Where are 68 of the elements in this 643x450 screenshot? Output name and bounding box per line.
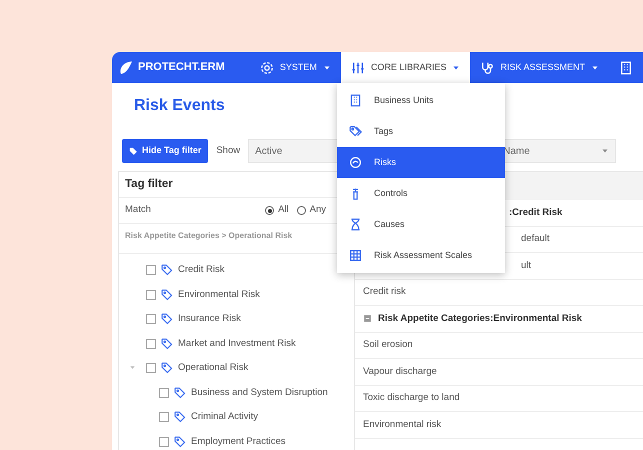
radio-label: All bbox=[278, 203, 289, 218]
menu-item[interactable]: Business Units bbox=[337, 85, 505, 116]
result-row-text[interactable]: Vapour discharge bbox=[363, 364, 437, 379]
nav-item[interactable]: RISK ASSESSMENT bbox=[470, 52, 609, 83]
result-row-text[interactable]: ult bbox=[521, 258, 532, 273]
checkbox[interactable] bbox=[159, 436, 169, 447]
result-row-text[interactable]: default bbox=[521, 232, 550, 246]
result-row-text[interactable]: Credit risk bbox=[363, 285, 406, 300]
gear-icon bbox=[260, 60, 274, 74]
tree-item-label[interactable]: Criminal Activity bbox=[191, 410, 258, 424]
checkbox[interactable] bbox=[159, 412, 169, 422]
stethoscope-icon bbox=[480, 60, 494, 74]
grid-icon bbox=[349, 249, 362, 262]
tag-icon bbox=[129, 146, 138, 156]
hide-tag-filter-button[interactable]: Hide Tag filter bbox=[122, 139, 208, 163]
checkbox[interactable] bbox=[146, 265, 156, 276]
tree-item-label[interactable]: Environmental Risk bbox=[178, 288, 260, 302]
building-icon bbox=[349, 94, 362, 107]
tag-icon bbox=[174, 386, 186, 399]
breadcrumb-text: Risk Appetite Categories > Operational Risk bbox=[125, 230, 292, 242]
tree-item-label[interactable]: Operational Risk bbox=[178, 361, 248, 376]
caret-icon bbox=[591, 64, 599, 72]
tree-item-label[interactable]: Insurance Risk bbox=[178, 312, 241, 326]
menu-item[interactable]: Risk Assessment Scales bbox=[337, 240, 505, 271]
radio-button[interactable] bbox=[265, 206, 274, 215]
radio-button[interactable] bbox=[296, 206, 306, 215]
result-row-text[interactable]: Soil erosion bbox=[363, 338, 413, 352]
risk-icon bbox=[349, 156, 362, 169]
tree-item-label[interactable]: Market and Investment Risk bbox=[178, 336, 296, 351]
tags-icon bbox=[349, 125, 362, 138]
menu-item[interactable]: Controls bbox=[337, 178, 505, 209]
caret-icon bbox=[452, 64, 460, 72]
hourglass-icon bbox=[349, 218, 362, 231]
tree-item-label[interactable]: Employment Practices bbox=[191, 434, 286, 449]
tag-icon bbox=[161, 362, 173, 374]
tag-filter-title: Tag filter bbox=[125, 176, 173, 192]
caret-icon[interactable] bbox=[129, 364, 136, 372]
page-title: Risk Events bbox=[134, 97, 225, 114]
menu-item[interactable]: Risks bbox=[337, 147, 505, 178]
tag-icon bbox=[161, 338, 173, 350]
result-row-text[interactable]: Toxic discharge to land bbox=[363, 391, 460, 406]
checkbox[interactable] bbox=[146, 314, 156, 324]
tag-icon bbox=[161, 288, 173, 301]
caret-icon bbox=[322, 64, 331, 72]
group-header: Risk Appetite Categories:Environmental Risk bbox=[378, 312, 582, 326]
tree-item-label[interactable]: Credit Risk bbox=[178, 263, 224, 278]
logo-icon bbox=[118, 60, 134, 76]
tag-icon bbox=[174, 411, 186, 424]
nav-item[interactable]: CORE LIBRARIES bbox=[340, 52, 470, 83]
result-row-text[interactable]: Environmental risk bbox=[363, 418, 442, 432]
checkbox[interactable] bbox=[146, 290, 156, 300]
menu-item[interactable]: Causes bbox=[337, 209, 505, 240]
radio-label: Any bbox=[310, 203, 326, 218]
show-label: Show bbox=[216, 144, 240, 158]
checkbox[interactable] bbox=[146, 363, 156, 374]
tag-icon bbox=[161, 264, 173, 276]
group-header: :Credit Risk bbox=[509, 206, 562, 220]
nav-item[interactable]: SYSTEM bbox=[250, 52, 341, 83]
tag-icon bbox=[174, 436, 186, 448]
checkbox[interactable] bbox=[159, 388, 169, 398]
tree-item-label[interactable]: Business and System Disruption bbox=[191, 386, 328, 400]
tag-icon bbox=[161, 313, 173, 326]
brand-name: PROTECHT.ERM bbox=[138, 60, 225, 76]
sliders-icon bbox=[350, 60, 365, 74]
building-icon bbox=[619, 60, 633, 74]
match-label: Match bbox=[125, 203, 151, 218]
caret-icon bbox=[601, 147, 610, 155]
checkbox[interactable] bbox=[146, 338, 156, 349]
